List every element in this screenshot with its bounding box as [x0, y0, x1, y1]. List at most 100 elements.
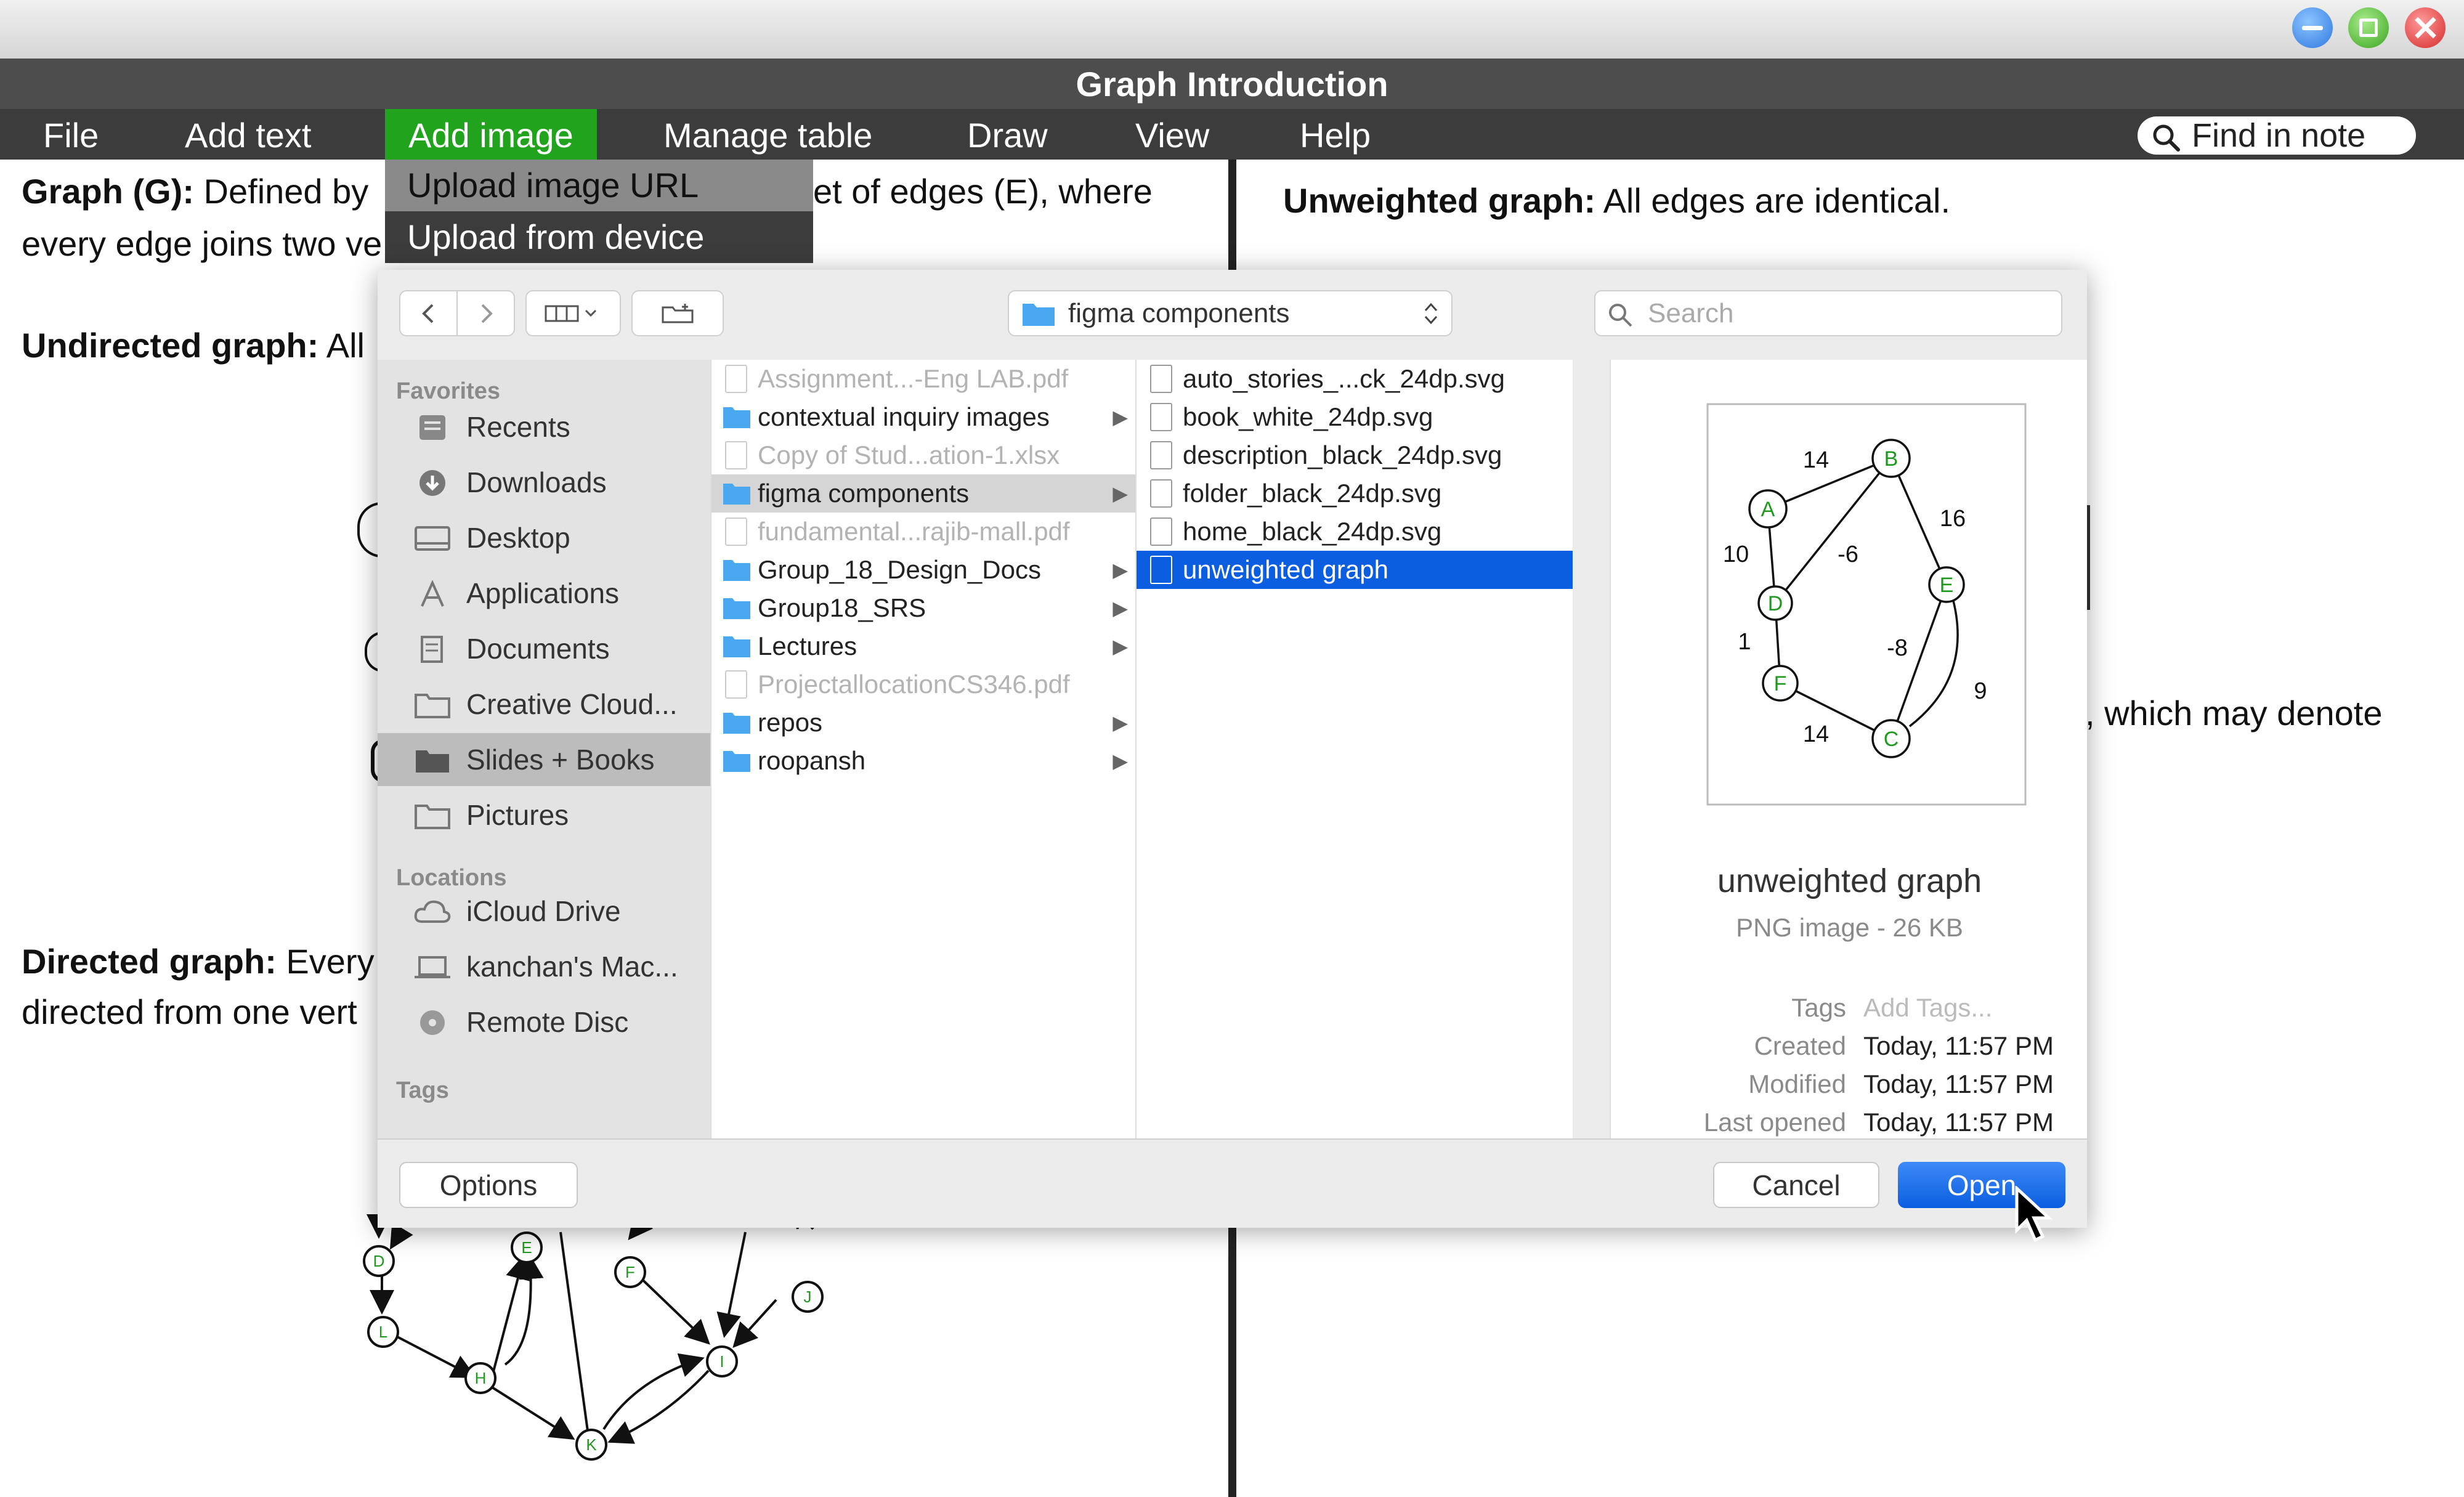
modified-label: Modified: [1748, 1069, 1846, 1098]
menu-manage-table[interactable]: Manage table: [663, 109, 872, 160]
file-row[interactable]: home_black_24dp.svg: [1137, 513, 1573, 551]
sidebar-item-pictures[interactable]: Pictures: [378, 789, 710, 842]
menu-draw[interactable]: Draw: [967, 109, 1048, 160]
disclosure-arrow-icon: ▶: [1112, 406, 1128, 428]
window-chrome: [0, 0, 2464, 59]
options-button[interactable]: Options: [399, 1162, 578, 1208]
edge-weight: 10: [1723, 542, 1749, 567]
dialog-sidebar: Favorites Recents Downloads Desktop Appl…: [378, 360, 710, 1138]
menu-add-text[interactable]: Add text: [185, 109, 311, 160]
menu-view[interactable]: View: [1135, 109, 1209, 160]
node-label: E: [1940, 574, 1954, 597]
folder-icon: [415, 805, 450, 829]
sidebar-item-creative-cloud[interactable]: Creative Cloud...: [378, 678, 710, 731]
find-in-note-input[interactable]: Find in note: [2138, 116, 2416, 155]
edge-weight: 14: [1803, 447, 1829, 473]
file-column-1: Assignment...-Eng LAB.pdf contextual inq…: [710, 360, 1135, 1138]
folder-row[interactable]: repos ▶: [711, 704, 1135, 742]
sidebar-item-recents[interactable]: Recents: [378, 400, 710, 453]
menu-help[interactable]: Help: [1300, 109, 1371, 160]
add-tags-field[interactable]: Add Tags...: [1863, 993, 1992, 1023]
file-row[interactable]: ProjectallocationCS346.pdf: [711, 665, 1135, 704]
upload-from-device-item[interactable]: Upload from device: [385, 211, 813, 263]
disclosure-arrow-icon: ▶: [1112, 712, 1128, 734]
file-row[interactable]: description_black_24dp.svg: [1137, 436, 1573, 474]
minimize-button[interactable]: [2292, 7, 2333, 48]
folder-row[interactable]: Group_18_Design_Docs ▶: [711, 551, 1135, 589]
graph-definition-line2: every edge joins two ve: [22, 224, 383, 263]
file-open-dialog: figma components Search Favorites Recent…: [378, 270, 2087, 1228]
modified-value: Today, 11:57 PM: [1863, 1069, 2054, 1098]
file-row[interactable]: fundamental...rajib-mall.pdf: [711, 513, 1135, 551]
cancel-button[interactable]: Cancel: [1713, 1162, 1879, 1208]
node-label: D: [1768, 592, 1783, 615]
directed-definition-line2: directed from one vert: [22, 992, 357, 1031]
file-row[interactable]: auto_stories_...ck_24dp.svg: [1137, 360, 1573, 398]
recents-icon: [419, 415, 445, 440]
tags-label: Tags: [1791, 993, 1846, 1022]
back-button[interactable]: [399, 290, 458, 336]
sidebar-item-slides-books[interactable]: Slides + Books: [378, 733, 710, 786]
folder-icon: [723, 751, 750, 772]
node-label: J: [804, 1288, 812, 1306]
menu-file[interactable]: File: [43, 109, 99, 160]
disc-icon: [420, 1010, 445, 1035]
file-row[interactable]: book_white_24dp.svg: [1137, 398, 1573, 436]
graph-definition-line1: Graph (G): Defined by: [22, 172, 369, 211]
upload-image-url-item[interactable]: Upload image URL: [385, 160, 813, 211]
file-row-selected[interactable]: unweighted graph: [1137, 551, 1573, 589]
sidebar-item-applications[interactable]: Applications: [378, 567, 710, 620]
view-mode-button[interactable]: [525, 290, 621, 336]
node-label: F: [1774, 672, 1787, 696]
menu-add-image[interactable]: Add image: [385, 109, 597, 160]
directed-definition: Directed graph: Every: [22, 942, 375, 981]
folder-icon: [1023, 303, 1055, 326]
updown-chevron-icon: [1424, 302, 1438, 324]
dialog-search-placeholder: Search: [1648, 298, 1734, 328]
downloads-icon: [419, 470, 445, 496]
dialog-button-bar: Options Cancel Open: [378, 1138, 2087, 1228]
sidebar-item-documents[interactable]: Documents: [378, 622, 710, 675]
search-icon: [2153, 124, 2180, 152]
file-row[interactable]: Copy of Stud...ation-1.xlsx: [711, 436, 1135, 474]
sidebar-item-downloads[interactable]: Downloads: [378, 456, 710, 509]
sidebar-item-desktop[interactable]: Desktop: [378, 511, 710, 564]
folder-row[interactable]: Group18_SRS ▶: [711, 589, 1135, 627]
folder-row-selected[interactable]: figma components ▶: [711, 474, 1135, 513]
app-window: Graph Introduction File Add text Add ima…: [0, 0, 2464, 1497]
documents-icon: [421, 636, 443, 663]
maximize-button[interactable]: [2348, 7, 2389, 48]
new-folder-icon: [662, 303, 694, 323]
disclosure-arrow-icon: ▶: [1112, 635, 1128, 657]
laptop-icon: [415, 956, 450, 978]
dialog-search-input[interactable]: Search: [1594, 290, 2062, 336]
close-button[interactable]: [2405, 7, 2446, 48]
sidebar-item-icloud[interactable]: iCloud Drive: [378, 885, 710, 938]
folder-row[interactable]: contextual inquiry images ▶: [711, 398, 1135, 436]
find-placeholder: Find in note: [2192, 117, 2366, 154]
node-label: D: [373, 1252, 385, 1270]
file-row[interactable]: Assignment...-Eng LAB.pdf: [711, 360, 1135, 398]
folder-icon: [723, 560, 750, 581]
graph-definition-line1b: et of edges (E), where: [813, 172, 1153, 211]
new-folder-button[interactable]: [631, 290, 724, 336]
weighted-definition-fragment: , which may denote: [2085, 694, 2383, 732]
edge-weight: 16: [1940, 506, 1966, 532]
menu-bar: File Add text Add image Manage table Dra…: [0, 109, 2464, 160]
created-label: Created: [1754, 1031, 1846, 1060]
folder-row[interactable]: roopansh ▶: [711, 742, 1135, 780]
sidebar-item-remote-disc[interactable]: Remote Disc: [378, 996, 710, 1049]
sidebar-item-mac[interactable]: kanchan's Mac...: [378, 940, 710, 993]
forward-button[interactable]: [456, 290, 515, 336]
preview-pane: A B D E F C 14 16 10 -6 1 -8 9 14 unweig…: [1610, 360, 2087, 1138]
folder-icon: [723, 636, 750, 657]
disclosure-arrow-icon: ▶: [1112, 750, 1128, 772]
edge-weight: -6: [1838, 542, 1858, 567]
edge-weight: -8: [1887, 635, 1908, 661]
file-row[interactable]: folder_black_24dp.svg: [1137, 474, 1573, 513]
node-label: B: [1884, 447, 1899, 471]
chevron-right-icon: [481, 304, 493, 323]
last-opened-value: Today, 11:57 PM: [1863, 1108, 2054, 1137]
folder-row[interactable]: Lectures ▶: [711, 627, 1135, 665]
location-popup[interactable]: figma components: [1008, 290, 1453, 336]
